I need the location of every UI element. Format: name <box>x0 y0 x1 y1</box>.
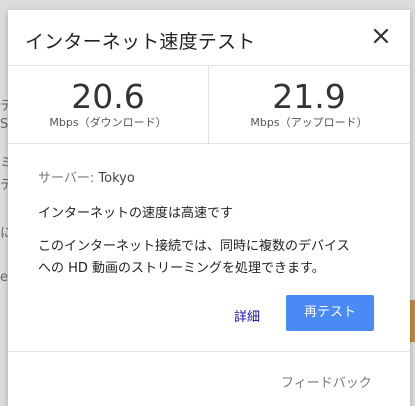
feedback-link[interactable]: フィードバック <box>281 372 372 391</box>
retest-button[interactable]: 再テスト <box>286 295 374 331</box>
background-text: e <box>0 270 8 285</box>
download-result: 20.6 Mbps（ダウンロード） <box>8 66 208 143</box>
speed-test-dialog: インターネット速度テスト 20.6 Mbps（ダウンロード） 21.9 Mbps… <box>8 10 410 406</box>
download-speed-unit: Mbps（ダウンロード） <box>49 116 167 129</box>
dialog-header: インターネット速度テスト <box>8 10 410 66</box>
description-line: このインターネット接続では、同時に複数のデバイス <box>38 239 350 254</box>
description-line: への HD 動画のストリーミングを処理できます。 <box>38 261 325 276</box>
upload-speed-unit: Mbps（アップロード） <box>250 116 368 129</box>
server-value: Tokyo <box>98 171 135 186</box>
server-label: サーバー: <box>38 171 95 186</box>
upload-speed-value: 21.9 <box>272 77 346 116</box>
close-icon <box>373 28 389 44</box>
speed-results: 20.6 Mbps（ダウンロード） 21.9 Mbps（アップロード） <box>8 66 410 144</box>
speed-description: このインターネット接続では、同時に複数のデバイス への HD 動画のストリーミン… <box>38 236 388 280</box>
dialog-title: インターネット速度テスト <box>25 31 256 53</box>
upload-result: 21.9 Mbps（アップロード） <box>209 66 409 143</box>
server-info: サーバー: Tokyo <box>38 167 135 186</box>
speed-status: インターネットの速度は高速です <box>38 206 234 221</box>
footer-divider <box>8 351 410 352</box>
download-speed-value: 20.6 <box>71 77 145 116</box>
close-button[interactable] <box>369 24 393 48</box>
details-link[interactable]: 詳細 <box>234 306 260 325</box>
